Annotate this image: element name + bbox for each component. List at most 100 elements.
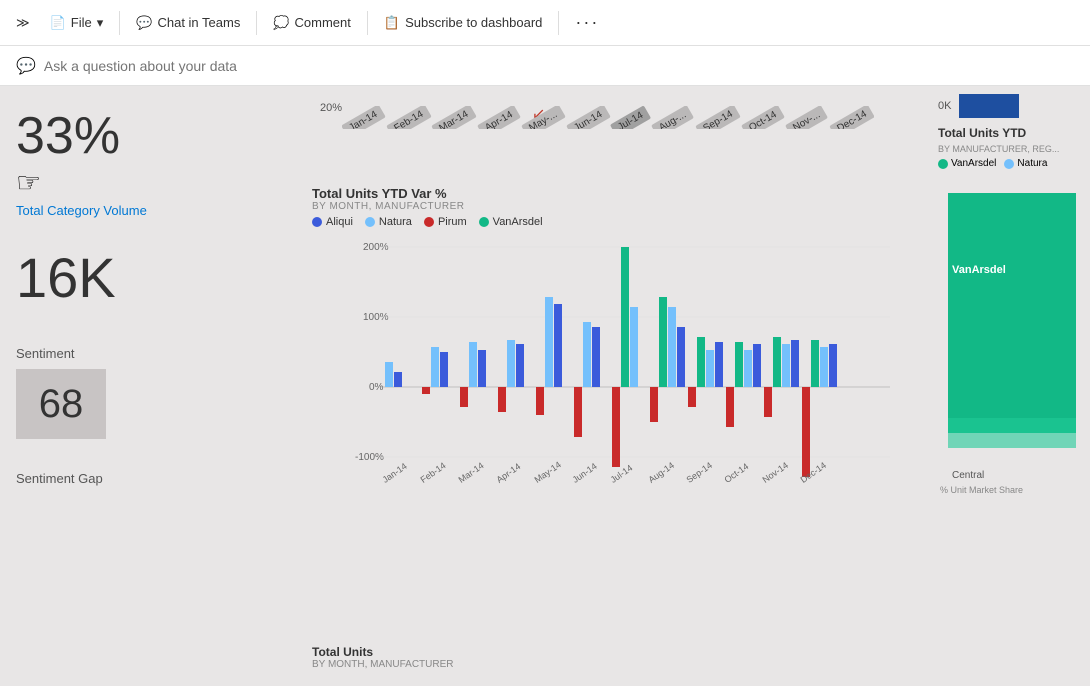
right-legend-label-vanarsdel: VanArsdel bbox=[951, 158, 996, 169]
separator-4 bbox=[558, 11, 559, 35]
right-chart-title: Total Units YTD bbox=[938, 126, 1082, 140]
separator-3 bbox=[367, 11, 368, 35]
chart-title: Total Units YTD Var % bbox=[312, 186, 918, 201]
more-button[interactable]: ··· bbox=[567, 8, 607, 37]
legend-dot-aliqui bbox=[312, 217, 322, 227]
timeline-container: 20% ↙ Jan-14 Feb-14 Mar-14 Apr-14 May-..… bbox=[312, 98, 918, 178]
category-label: Total Category Volume bbox=[16, 203, 284, 218]
main-content: 33% ☞ Total Category Volume 16K Sentimen… bbox=[0, 86, 1090, 686]
right-legend: VanArsdel Natura bbox=[938, 158, 1082, 169]
legend-pirum: Pirum bbox=[424, 216, 467, 228]
sentiment-gap-label: Sentiment Gap bbox=[16, 463, 284, 486]
right-panel: 0K Total Units YTD BY MANUFACTURER, REG.… bbox=[930, 86, 1090, 686]
separator-1 bbox=[119, 11, 120, 35]
right-bar-chart: VanArsdel Central % Unit Market Share bbox=[938, 173, 1082, 678]
month-chip-nov[interactable]: Nov-... bbox=[785, 106, 828, 129]
file-button[interactable]: 📄 File ▾ bbox=[42, 11, 112, 35]
total-units-label: Total Units BY MONTH, MANUFACTURER bbox=[312, 645, 454, 670]
right-chart-sub: BY MANUFACTURER, REG... bbox=[938, 144, 1082, 154]
month-chip-oct[interactable]: Oct-14 bbox=[741, 106, 785, 129]
svg-text:-100%: -100% bbox=[355, 452, 384, 463]
timeline-months: Jan-14 Feb-14 Mar-14 Apr-14 May-... Jun-… bbox=[342, 106, 874, 129]
month-chip-aug[interactable]: Aug-... bbox=[651, 106, 694, 129]
right-bar-svg: VanArsdel Central % Unit Market Share bbox=[938, 173, 1086, 493]
legend-label-pirum: Pirum bbox=[438, 216, 467, 228]
svg-text:Mar-14: Mar-14 bbox=[456, 460, 485, 485]
qa-bar: 💬 bbox=[0, 46, 1090, 86]
month-chip-jul[interactable]: Jul-14 bbox=[610, 106, 651, 129]
sentiment-card: Sentiment 68 bbox=[16, 330, 284, 447]
units-card: 16K bbox=[16, 242, 284, 314]
category-volume-card: 33% ☞ Total Category Volume bbox=[16, 102, 284, 226]
chat-icon: 💬 bbox=[136, 15, 152, 31]
comment-icon: 💭 bbox=[273, 15, 289, 31]
qa-input[interactable] bbox=[44, 58, 384, 74]
toolbar: ≫ 📄 File ▾ 💬 Chat in Teams 💭 Comment 📋 S… bbox=[0, 0, 1090, 46]
chart-subtitle: BY MONTH, MANUFACTURER bbox=[312, 201, 918, 212]
svg-text:May-14: May-14 bbox=[532, 460, 562, 485]
svg-text:100%: 100% bbox=[363, 312, 389, 323]
file-chevron-icon: ▾ bbox=[97, 15, 104, 31]
chat-label: Chat in Teams bbox=[157, 15, 240, 30]
top-right-0k-label: 0K bbox=[938, 100, 951, 112]
left-panel: 33% ☞ Total Category Volume 16K Sentimen… bbox=[0, 86, 300, 686]
svg-text:0%: 0% bbox=[369, 382, 384, 393]
right-legend-natura: Natura bbox=[1004, 158, 1047, 169]
svg-text:Feb-14: Feb-14 bbox=[418, 460, 447, 485]
subscribe-button[interactable]: 📋 Subscribe to dashboard bbox=[376, 11, 551, 35]
legend-natura: Natura bbox=[365, 216, 412, 228]
top-right-blue-box bbox=[959, 94, 1019, 118]
chat-button[interactable]: 💬 Chat in Teams bbox=[128, 11, 248, 35]
svg-text:Sep-14: Sep-14 bbox=[684, 460, 714, 485]
legend-aliqui: Aliqui bbox=[312, 216, 353, 228]
percent-value: 33% bbox=[16, 110, 120, 162]
month-chip-feb[interactable]: Feb-14 bbox=[386, 106, 431, 129]
bar-chart-area: 200% 100% 0% -100% bbox=[312, 232, 918, 512]
svg-text:Aug-14: Aug-14 bbox=[646, 460, 676, 485]
svg-text:Oct-14: Oct-14 bbox=[722, 461, 750, 485]
comment-button[interactable]: 💭 Comment bbox=[265, 11, 359, 35]
right-legend-label-natura: Natura bbox=[1017, 158, 1047, 169]
comment-label: Comment bbox=[295, 15, 351, 30]
svg-text:Apr-14: Apr-14 bbox=[494, 461, 522, 485]
top-right-metric: 0K bbox=[938, 94, 1082, 118]
right-legend-dot-natura bbox=[1004, 159, 1014, 169]
legend-dot-vanarsdel bbox=[479, 217, 489, 227]
right-legend-dot-vanarsdel bbox=[938, 159, 948, 169]
legend-label-vanarsdel: VanArsdel bbox=[493, 216, 543, 228]
legend-label-aliqui: Aliqui bbox=[326, 216, 353, 228]
subscribe-label: Subscribe to dashboard bbox=[405, 15, 542, 30]
subscribe-icon: 📋 bbox=[384, 15, 400, 31]
file-label: File bbox=[71, 15, 92, 30]
file-icon: 📄 bbox=[50, 15, 66, 31]
qa-icon: 💬 bbox=[16, 56, 36, 76]
expand-icon: ≫ bbox=[16, 15, 30, 31]
sentiment-value-box: 68 bbox=[16, 369, 106, 439]
month-chip-sep[interactable]: Sep-14 bbox=[695, 106, 741, 129]
svg-text:Jan-14: Jan-14 bbox=[380, 461, 408, 485]
legend-dot-natura bbox=[365, 217, 375, 227]
month-chip-mar[interactable]: Mar-14 bbox=[431, 106, 476, 129]
svg-text:Jun-14: Jun-14 bbox=[570, 461, 598, 485]
month-chip-dec[interactable]: Dec-14 bbox=[829, 106, 874, 129]
sentiment-label: Sentiment bbox=[16, 346, 284, 361]
month-chip-jun[interactable]: Jun-14 bbox=[566, 106, 610, 129]
expand-button[interactable]: ≫ bbox=[8, 11, 38, 35]
bottom-labels: Total Units BY MONTH, MANUFACTURER bbox=[312, 641, 918, 674]
bar-chart-section: Total Units YTD Var % BY MONTH, MANUFACT… bbox=[312, 186, 918, 633]
sentiment-value: 68 bbox=[39, 382, 84, 427]
legend-vanarsdel: VanArsdel bbox=[479, 216, 543, 228]
more-icon: ··· bbox=[575, 12, 599, 33]
legend-label-natura: Natura bbox=[379, 216, 412, 228]
svg-text:Central: Central bbox=[952, 470, 984, 481]
right-legend-vanarsdel: VanArsdel bbox=[938, 158, 996, 169]
separator-2 bbox=[256, 11, 257, 35]
units-value: 16K bbox=[16, 250, 284, 306]
cursor-icon: ☞ bbox=[16, 166, 284, 199]
chart-legend: Aliqui Natura Pirum VanArsdel bbox=[312, 216, 918, 228]
month-chip-apr[interactable]: Apr-14 bbox=[477, 106, 521, 129]
month-chip-jan[interactable]: Jan-14 bbox=[342, 106, 385, 129]
svg-text:200%: 200% bbox=[363, 242, 389, 253]
legend-dot-pirum bbox=[424, 217, 434, 227]
svg-text:% Unit Market Share: % Unit Market Share bbox=[940, 485, 1023, 493]
